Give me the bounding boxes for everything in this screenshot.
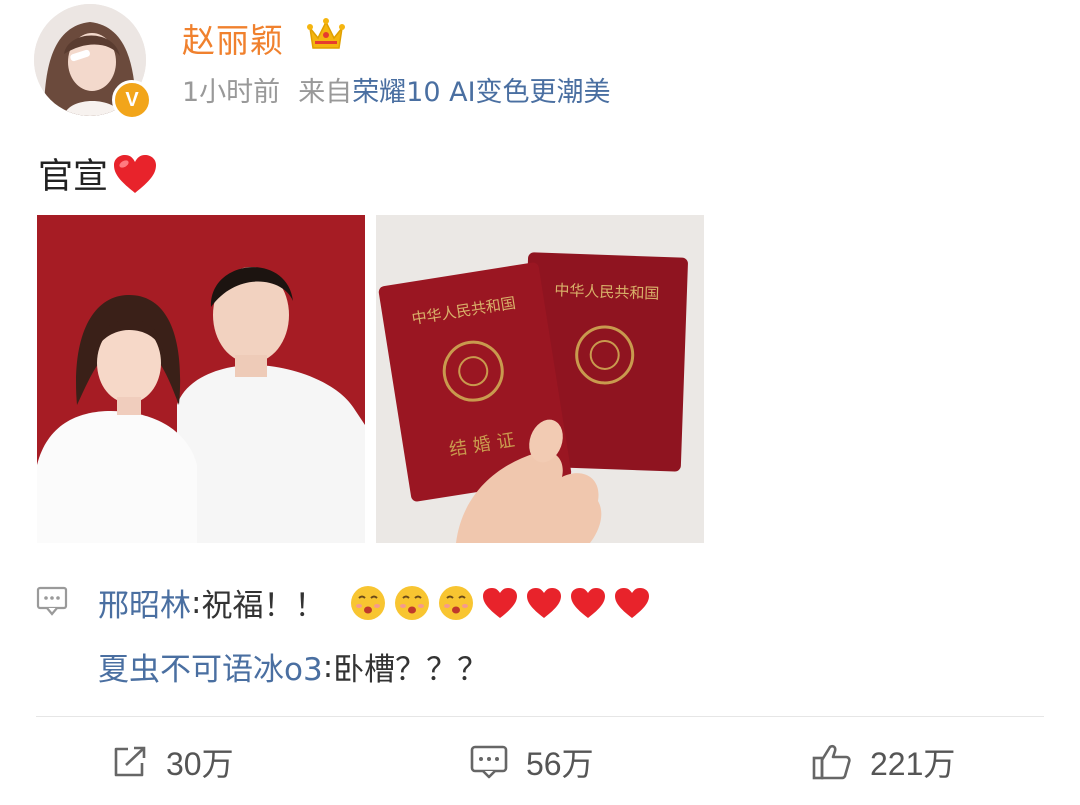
couple-photo[interactable] xyxy=(37,215,365,543)
comment-user[interactable]: 邢昭林 xyxy=(98,580,191,625)
repost-button[interactable]: 30万 xyxy=(112,740,234,784)
username[interactable]: 赵丽颖 xyxy=(182,14,284,62)
comment-text: 卧槽？？？ xyxy=(333,652,489,688)
comment-item[interactable]: 夏虫不可语冰o3: 卧槽？？？ xyxy=(98,644,488,689)
comment-item[interactable]: 邢昭林: 祝福！！ xyxy=(98,580,651,625)
red-heart-icon xyxy=(483,587,518,618)
red-heart-icon xyxy=(527,587,562,618)
comment-icon xyxy=(470,745,508,779)
red-heart-icon xyxy=(114,154,157,193)
comment-user[interactable]: 夏虫不可语冰o3 xyxy=(98,644,323,689)
red-heart-icon xyxy=(571,587,606,618)
comment-button[interactable]: 56万 xyxy=(470,740,594,784)
like-count: 221万 xyxy=(870,746,956,782)
post-text: 官宣 xyxy=(38,148,158,199)
source-label: 来自 xyxy=(298,77,353,108)
post-time: 1小时前 xyxy=(182,77,281,108)
certificate-header-back: 中华人民共和国 xyxy=(554,281,660,303)
crown-icon xyxy=(307,18,345,49)
verified-badge: V xyxy=(112,80,152,120)
kissing-face-icon xyxy=(351,585,386,620)
comment-count: 56万 xyxy=(526,746,594,782)
weibo-post: V 赵丽颖 1小时前 来自荣耀10 AI变色更潮美 官宣 中华人民共和国 中华人… xyxy=(0,0,1080,805)
like-button[interactable]: 221万 xyxy=(812,740,955,784)
post-text-content: 官宣 xyxy=(38,157,109,197)
divider xyxy=(36,716,1044,717)
comment-icon xyxy=(36,586,68,616)
source-device-link[interactable]: 荣耀10 AI变色更潮美 xyxy=(352,77,610,108)
kissing-face-icon xyxy=(439,585,474,620)
kissing-face-icon xyxy=(395,585,430,620)
thumbs-up-icon xyxy=(812,744,851,780)
red-heart-icon xyxy=(615,587,650,618)
marriage-certificates-photo[interactable]: 中华人民共和国 中华人民共和国 结婚证 xyxy=(376,215,704,543)
repost-icon xyxy=(114,746,146,777)
comment-text: 祝福！！ xyxy=(201,588,326,624)
repost-count: 30万 xyxy=(166,746,234,782)
avatar-container[interactable]: V xyxy=(34,4,152,120)
post-meta: 1小时前 来自荣耀10 AI变色更潮美 xyxy=(182,70,611,109)
